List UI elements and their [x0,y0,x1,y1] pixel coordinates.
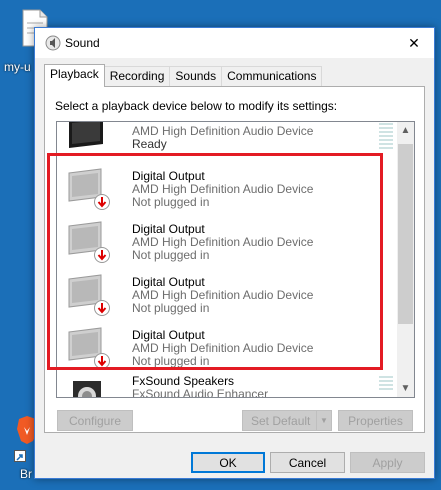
set-default-button[interactable]: Set Default ▼ [242,410,332,431]
set-default-label: Set Default [251,413,311,428]
device-status: Ready [132,137,167,151]
volume-meter [379,123,393,151]
speaker-icon [45,35,61,51]
scroll-down-button[interactable]: ▼ [397,380,414,397]
ok-button[interactable]: OK [191,452,265,473]
cancel-button[interactable]: Cancel [270,452,345,473]
configure-button[interactable]: Configure [57,410,133,431]
chevron-down-icon: ▼ [400,383,411,394]
highlight-rectangle [47,153,383,370]
device-description: FxSound Audio Enhancer [132,387,269,398]
tab-communications[interactable]: Communications [221,66,323,86]
tab-sounds[interactable]: Sounds [169,66,223,86]
scroll-thumb[interactable] [398,144,413,324]
instruction-text: Select a playback device below to modify… [55,99,338,113]
close-icon: ✕ [408,34,420,51]
list-scrollbar[interactable]: ▲ ▼ [397,122,414,397]
speaker-box-icon [73,381,101,397]
desktop-icon-label: my-u [4,60,31,74]
device-item[interactable]: AMD High Definition Audio Device Ready [57,122,395,157]
tab-recording[interactable]: Recording [103,66,171,86]
tab-playback[interactable]: Playback [44,64,105,87]
tab-strip: Playback Recording Sounds Communications [44,64,323,87]
volume-meter [379,376,393,392]
device-item[interactable]: FxSound Speakers FxSound Audio Enhancer [57,374,395,398]
title-bar[interactable]: Sound ✕ [35,28,434,58]
properties-button[interactable]: Properties [338,410,413,431]
desktop-icon-label: Br [20,467,32,481]
window-title: Sound [65,36,100,50]
shortcut-arrow-icon [14,450,26,462]
close-button[interactable]: ✕ [394,28,434,58]
chevron-up-icon: ▲ [400,125,411,136]
dropdown-arrow-icon[interactable]: ▼ [316,411,331,430]
device-description: AMD High Definition Audio Device [132,124,314,138]
apply-button[interactable]: Apply [350,452,425,473]
device-name: FxSound Speakers [132,374,235,388]
scroll-up-button[interactable]: ▲ [397,122,414,139]
